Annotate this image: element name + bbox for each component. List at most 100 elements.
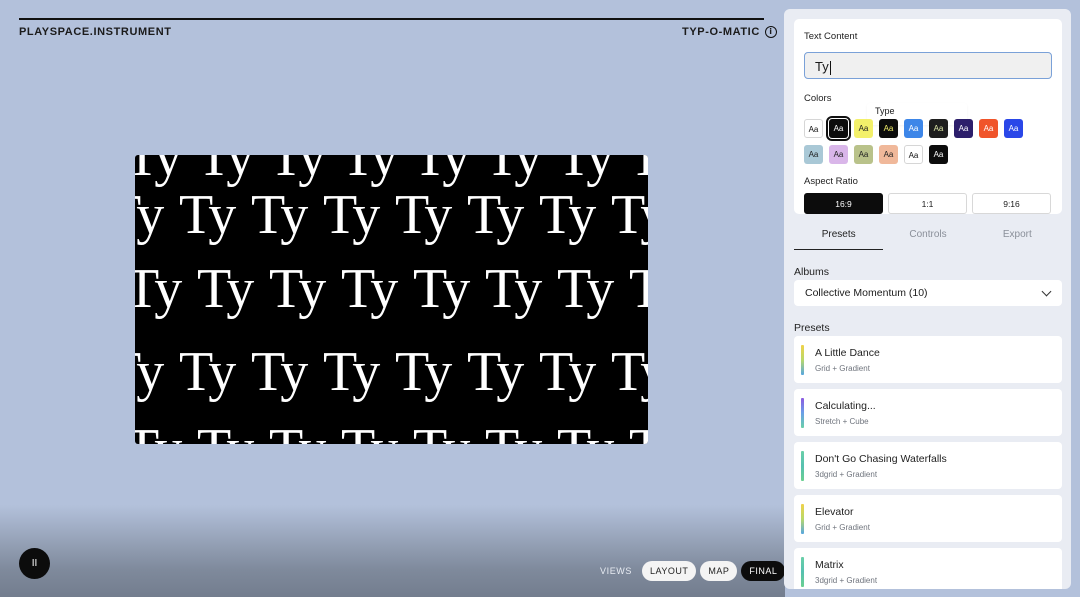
preset-item[interactable]: A Little Dance Grid + Gradient [794,336,1062,383]
glyph-text: Ty [539,341,596,403]
glyph-row: TyTyTyTyTyTyTyTy [135,417,648,444]
panel-tabs: Presets Controls Export [794,229,1062,250]
glyph-row: TyTyTyTyTyTyTyTy [135,340,648,404]
stage-bottom-gradient [0,505,785,597]
aspect-1-1-button[interactable]: 1:1 [888,193,967,214]
glyph-text: Ty [395,341,452,403]
preset-color-bar [801,451,804,481]
album-select[interactable]: Collective Momentum (10) [794,280,1062,306]
preset-name: Matrix [815,559,844,571]
glyph-text: Ty [395,184,452,246]
aspect-ratio-label: Aspect Ratio [804,176,858,187]
glyph-text: Ty [557,417,629,444]
color-swatch[interactable]: Aa [904,145,923,164]
chevron-down-icon [1041,286,1052,297]
text-content-label: Text Content [804,31,858,42]
preset-item[interactable]: Calculating... Stretch + Cube [794,389,1062,436]
glyph-text: Ty [135,417,197,444]
glyph-text: Ty [467,184,524,246]
color-swatch[interactable]: Aa [879,145,898,164]
glyph-text: Ty [323,341,380,403]
text-content-value: Ty [815,59,829,74]
glyph-text: Ty [135,184,164,246]
color-swatch[interactable]: Aa [854,119,873,138]
glyph-text: Ty [539,184,596,246]
view-map-button[interactable]: MAP [700,561,738,581]
color-swatch[interactable]: Aa [929,119,948,138]
glyph-text: Ty [611,341,648,403]
header-rule [19,18,764,20]
glyph-text: Ty [341,417,413,444]
tab-controls[interactable]: Controls [883,229,972,250]
preset-type: Grid + Gradient [815,364,870,373]
colors-label: Colors [804,93,832,104]
pause-button[interactable]: II [19,548,50,579]
preset-color-bar [801,398,804,428]
app-name[interactable]: TYP-O-MATIC i [682,26,777,38]
glyph-text: Ty [251,341,308,403]
glyph-text: Ty [629,258,648,320]
color-swatch[interactable]: Aa [879,119,898,138]
view-final-button[interactable]: FINAL [741,561,786,581]
text-caret [829,60,831,75]
aspect-16-9-button[interactable]: 16:9 [804,193,883,214]
color-swatch[interactable]: Aa [929,145,948,164]
color-swatch[interactable]: Aa [1004,119,1023,138]
glyph-row: TyTyTyTyTyTyTyTy [135,257,648,321]
text-content-input[interactable]: Ty [804,52,1052,79]
glyph-text: Ty [269,417,341,444]
control-panel: Text Content Ty Colors Type Aa Aa Aa Aa Aa Aa… [784,9,1071,589]
preset-color-bar [801,557,804,587]
glyph-text: Ty [341,258,398,320]
presets-label: Presets [794,322,830,334]
glyph-text: Ty [323,184,380,246]
preset-name: Don't Go Chasing Waterfalls [815,453,947,465]
preset-name: Elevator [815,506,854,518]
preset-type: 3dgrid + Gradient [815,470,878,479]
album-select-value: Collective Momentum (10) [805,287,928,299]
albums-label: Albums [794,266,830,278]
view-layout-button[interactable]: LAYOUT [642,561,697,581]
aspect-9-16-button[interactable]: 9:16 [972,193,1051,214]
glyph-text: Ty [485,258,542,320]
views-switcher: VIEWS LAYOUT MAP FINAL [600,561,786,581]
preset-item[interactable]: Matrix 3dgrid + Gradient [794,548,1062,589]
preset-item[interactable]: Elevator Grid + Gradient [794,495,1062,542]
glyph-row: TyTyTyTyTyTyTyTy [135,183,648,247]
color-swatch-row: Aa Aa Aa Aa Aa Aa Aa Aa Aa [804,116,1054,141]
color-swatch[interactable]: Aa [854,145,873,164]
color-swatch[interactable]: Aa [979,119,998,138]
tab-export[interactable]: Export [973,229,1062,250]
preset-type: 3dgrid + Gradient [815,576,878,585]
tab-presets[interactable]: Presets [794,229,884,250]
preset-color-bar [801,345,804,375]
glyph-text: Ty [197,417,269,444]
glyph-text: Ty [135,258,182,320]
color-swatch[interactable]: Aa [804,145,823,164]
color-swatch[interactable]: Aa [826,116,851,141]
preset-type: Stretch + Cube [815,417,869,426]
glyph-text: Ty [179,341,236,403]
color-swatch[interactable]: Aa [829,145,848,164]
color-swatch-row: Aa Aa Aa Aa Aa Aa [804,145,1054,164]
glyph-text: Ty [467,341,524,403]
preset-name: Calculating... [815,400,876,412]
info-icon[interactable]: i [764,26,777,38]
glyph-text: Ty [179,184,236,246]
preset-color-bar [801,504,804,534]
glyph-text: Ty [629,417,648,444]
color-swatch[interactable]: Aa [954,119,973,138]
glyph-text: Ty [611,184,648,246]
glyph-text: Ty [413,258,470,320]
preview-canvas: TyTyTyTyTyTyTyTy TyTyTyTyTyTyTyTy TyTyTy… [135,155,648,444]
glyph-text: Ty [557,258,614,320]
color-swatch[interactable]: Aa [804,119,823,138]
glyph-text: Ty [197,258,254,320]
color-swatch[interactable]: Aa [904,119,923,138]
settings-card: Text Content Ty Colors Type Aa Aa Aa Aa Aa Aa… [794,19,1062,214]
preset-item[interactable]: Don't Go Chasing Waterfalls 3dgrid + Grad… [794,442,1062,489]
glyph-text: Ty [135,341,164,403]
glyph-text: Ty [269,258,326,320]
preset-type: Grid + Gradient [815,523,870,532]
aspect-ratio-options: 16:9 1:1 9:16 [804,193,1051,214]
